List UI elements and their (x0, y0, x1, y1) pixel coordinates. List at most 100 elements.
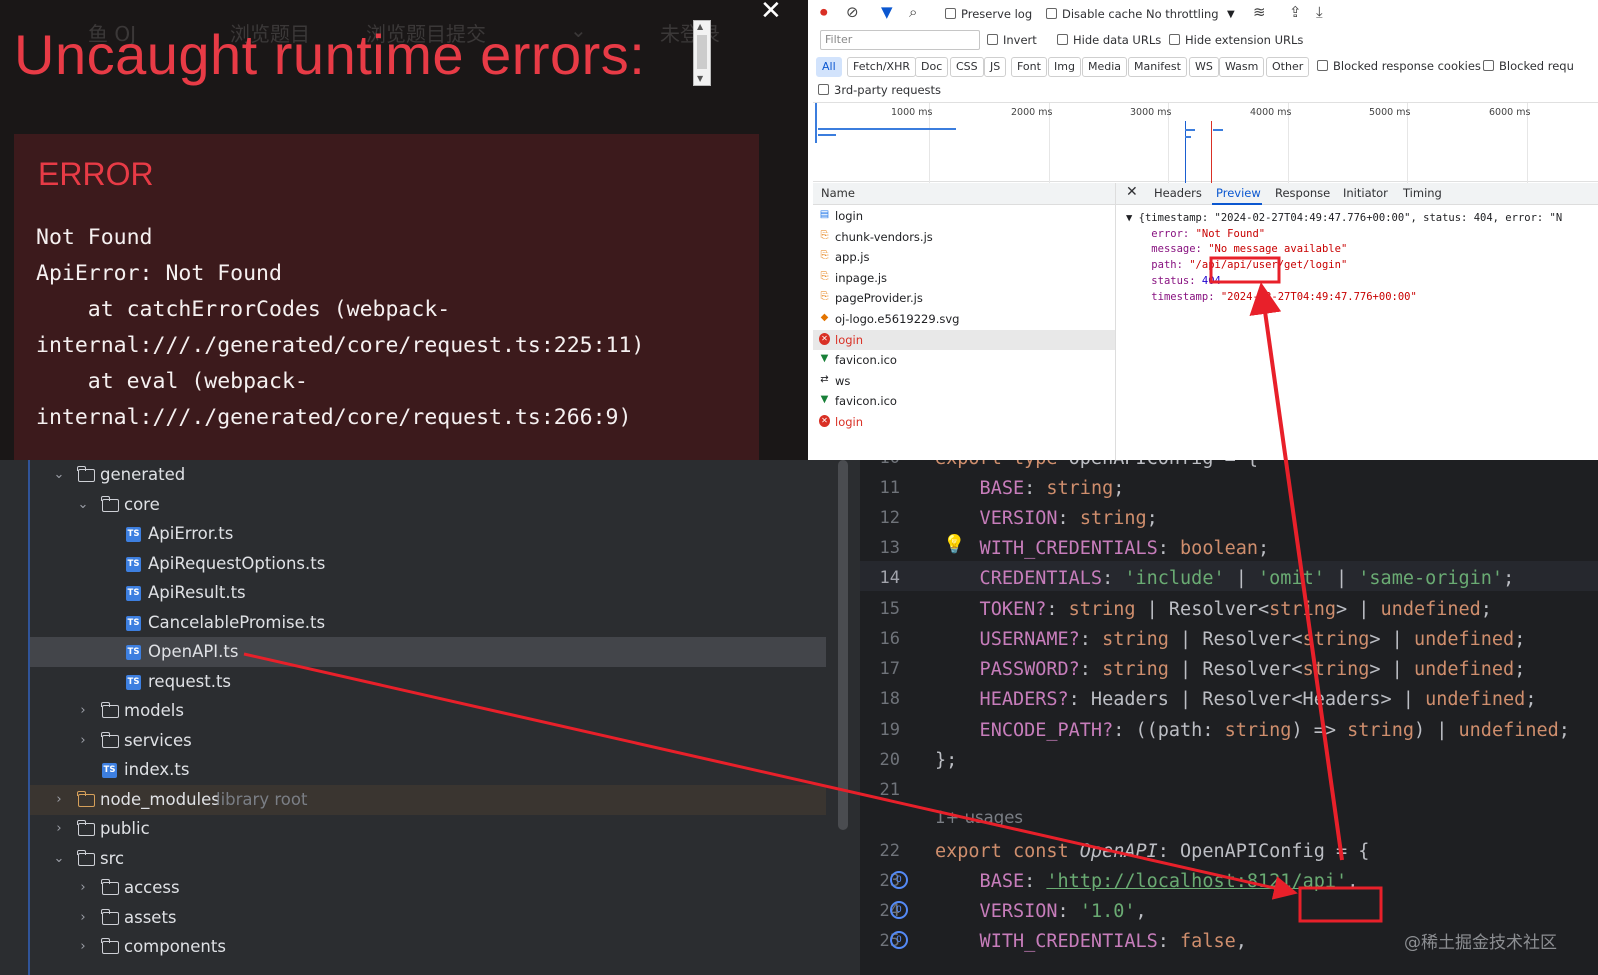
implementation-gutter-icon[interactable]: O (890, 871, 908, 889)
request-row[interactable]: ▼ favicon.ico (813, 350, 1115, 370)
disable-cache-checkbox[interactable]: Disable cache (1046, 7, 1142, 21)
request-row[interactable]: ⎘ chunk-vendors.js (813, 227, 1115, 247)
tree-node[interactable]: › public (30, 814, 826, 844)
close-icon[interactable]: ✕ (760, 0, 782, 26)
preserve-log-checkbox[interactable]: Preserve log (945, 7, 1032, 21)
tab-response[interactable]: Response (1275, 186, 1330, 200)
timeline-bar (818, 134, 836, 136)
implementation-gutter-icon[interactable]: O (890, 901, 908, 919)
chevron-right-icon[interactable]: › (76, 696, 90, 726)
request-name: login (835, 415, 864, 429)
chevron-right-icon[interactable]: › (52, 814, 66, 844)
chevron-right-icon[interactable]: › (52, 785, 66, 815)
tree-node[interactable]: › assets (30, 903, 826, 933)
tree-scrollbar[interactable] (838, 460, 848, 830)
close-detail-icon[interactable]: ✕ (1126, 184, 1138, 200)
request-row[interactable]: ✕ login (813, 329, 1115, 350)
filter-funnel-icon[interactable]: ▼ (881, 4, 893, 20)
chevron-right-icon[interactable]: › (76, 932, 90, 962)
blocked-requests-checkbox[interactable]: Blocked requ (1483, 59, 1574, 73)
tree-node[interactable]: TS OpenAPI.ts (30, 637, 826, 667)
search-icon[interactable]: ⌕ (909, 4, 917, 20)
filter-type-media[interactable]: Media (1082, 57, 1128, 77)
tree-node[interactable]: TS ApiRequestOptions.ts (30, 549, 826, 579)
tab-headers[interactable]: Headers (1154, 186, 1202, 200)
filter-type-manifest[interactable]: Manifest (1128, 57, 1187, 77)
filter-input[interactable]: Filter (820, 30, 980, 50)
network-conditions-icon[interactable]: ≋ (1253, 4, 1266, 20)
tree-node[interactable]: TS ApiResult.ts (30, 578, 826, 608)
request-list: ▤ login ⎘ chunk-vendors.js ⎘ app.js ⎘ inpage.js… (813, 206, 1115, 460)
detail-tabs: ✕ Headers Preview Response Initiator Tim… (1116, 183, 1598, 205)
throttling-select[interactable]: No throttling (1146, 7, 1219, 21)
scrollbar-thumb[interactable] (697, 35, 707, 69)
filter-type-doc[interactable]: Doc (915, 57, 949, 77)
filter-type-other[interactable]: Other (1266, 57, 1310, 77)
chevron-down-icon[interactable]: ⌄ (52, 460, 66, 490)
request-row[interactable]: ⎘ pageProvider.js (813, 288, 1115, 308)
tree-node[interactable]: TS CancelablePromise.ts (30, 608, 826, 638)
tree-node[interactable]: TS request.ts (30, 667, 826, 697)
tab-timing[interactable]: Timing (1403, 186, 1442, 200)
record-stop-icon[interactable]: ⏺ (820, 4, 828, 20)
chevron-right-icon[interactable]: › (76, 903, 90, 933)
hide-data-urls-checkbox[interactable]: Hide data URLs (1057, 33, 1161, 47)
request-row[interactable]: ⇄ ws (813, 371, 1115, 391)
tree-node[interactable]: ⌄ core (30, 490, 826, 520)
third-party-checkbox[interactable]: 3rd-party requests (818, 83, 941, 97)
script-icon: ⎘ (820, 270, 829, 282)
tree-node[interactable]: › node_modules library root (30, 784, 826, 815)
expand-triangle-icon[interactable]: ▼ (1126, 212, 1139, 224)
filter-type-css[interactable]: CSS (950, 57, 984, 77)
requests-name-header[interactable]: Name (813, 183, 1115, 205)
chevron-down-icon[interactable]: ⌄ (76, 490, 90, 520)
tab-preview[interactable]: Preview (1216, 186, 1261, 200)
nav-login-status[interactable]: 未登录 (660, 18, 720, 47)
tree-node[interactable]: › models (30, 696, 826, 726)
filter-type-wasm[interactable]: Wasm (1219, 57, 1265, 77)
tree-node[interactable]: ⌄ src (30, 844, 826, 874)
hide-extension-urls-checkbox[interactable]: Hide extension URLs (1169, 33, 1303, 47)
tree-node[interactable]: › components (30, 932, 826, 962)
filter-type-font[interactable]: Font (1011, 57, 1047, 77)
invert-checkbox[interactable]: Invert (987, 33, 1037, 47)
folder-icon (101, 879, 119, 895)
request-row[interactable]: ⎘ app.js (813, 247, 1115, 267)
code-editor[interactable]: 10export type OpenAPIConfig = {11 BASE: … (860, 460, 1598, 975)
clear-icon[interactable]: ⊘ (846, 4, 859, 20)
request-row[interactable]: ▼ favicon.ico (813, 391, 1115, 411)
scroll-up-arrow-icon[interactable]: ▲ (697, 23, 703, 31)
tree-node[interactable]: › access (30, 873, 826, 903)
request-row[interactable]: ◆ oj-logo.e5619229.svg (813, 309, 1115, 329)
filter-type-img[interactable]: Img (1048, 57, 1081, 77)
usages-hint[interactable]: 1+ usages (935, 808, 1023, 827)
tree-node-label: ApiResult.ts (148, 583, 246, 602)
tree-node[interactable]: › services (30, 726, 826, 756)
filter-type-ws[interactable]: WS (1189, 57, 1219, 77)
tab-initiator[interactable]: Initiator (1343, 186, 1388, 200)
chevron-down-icon[interactable]: ⌄ (52, 844, 66, 874)
chevron-down-icon[interactable]: ▼ (1227, 7, 1235, 23)
tree-node[interactable]: TS index.ts (30, 755, 826, 785)
tree-node-label: index.ts (124, 760, 190, 779)
lightbulb-icon[interactable]: 💡 (943, 534, 965, 555)
code-token: : ((path: (1113, 720, 1225, 741)
scroll-down-arrow-icon[interactable]: ▼ (697, 75, 703, 83)
request-row[interactable]: ✕ login (813, 412, 1115, 432)
request-row[interactable]: ⎘ inpage.js (813, 268, 1115, 288)
line-number: 15 (879, 599, 900, 619)
filter-type-js[interactable]: JS (984, 57, 1007, 77)
chevron-right-icon[interactable]: › (76, 726, 90, 756)
tree-node[interactable]: TS ApiError.ts (30, 519, 826, 549)
request-row[interactable]: ▤ login (813, 206, 1115, 226)
implementation-gutter-icon[interactable]: O (890, 931, 908, 949)
blocked-cookies-checkbox[interactable]: Blocked response cookies (1317, 59, 1481, 73)
overlay-scrollbar[interactable]: ▲ ▼ (693, 20, 711, 86)
filter-type-fetch-xhr[interactable]: Fetch/XHR (847, 57, 916, 77)
download-icon[interactable]: ⤓ (1316, 4, 1323, 20)
tree-node[interactable]: ⌄ generated (30, 460, 826, 490)
upload-icon[interactable]: ⇪ (1289, 4, 1302, 20)
filter-type-all[interactable]: All (816, 57, 842, 77)
network-timeline-overview[interactable]: 1000 ms 2000 ms 3000 ms 4000 ms 5000 ms … (813, 102, 1598, 183)
chevron-right-icon[interactable]: › (76, 873, 90, 903)
